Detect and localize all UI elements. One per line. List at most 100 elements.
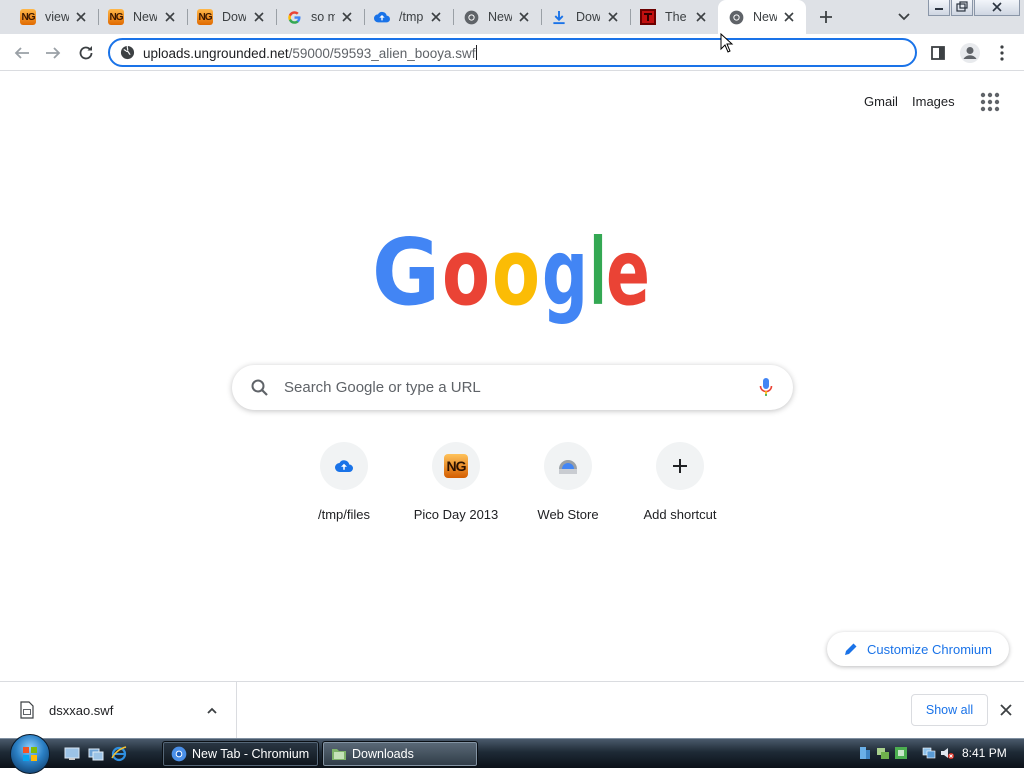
download-item[interactable]: dsxxao.swf [0,682,237,738]
chevron-up-icon[interactable] [205,704,219,718]
shortcut-tile[interactable] [656,442,704,490]
shortcut-tile[interactable] [544,442,592,490]
tab-8[interactable]: The [630,0,718,34]
download-filename: dsxxao.swf [49,703,114,718]
close-icon[interactable] [429,10,443,24]
shortcut-label: Add shortcut [643,507,717,522]
pencil-icon [845,643,857,655]
windows-logo-icon [23,747,37,761]
start-button[interactable] [10,734,50,774]
google-apps-icon[interactable] [980,92,1000,112]
switch-windows-icon[interactable] [88,746,104,762]
tab-title: New [753,10,777,24]
close-icon[interactable] [340,10,354,24]
images-link[interactable]: Images [912,94,955,109]
red-square-icon [640,9,656,25]
address-bar[interactable]: uploads.ungrounded.net/59000/59593_alien… [108,38,917,67]
svg-text:l: l [590,232,606,326]
file-icon [20,701,34,719]
web-store-icon [559,460,577,474]
close-icon[interactable] [163,10,177,24]
restore-button[interactable] [951,0,973,16]
download-shelf: dsxxao.swf Show all [0,681,1024,738]
tab-active[interactable]: New [718,0,806,34]
google-logo: G o o g l e [372,232,650,326]
volume-muted-icon[interactable] [940,746,954,760]
close-icon[interactable] [74,10,88,24]
newgrounds-icon: NG [197,9,213,25]
side-panel-button[interactable] [925,40,951,66]
chromium-icon [728,9,744,25]
svg-text:e: e [606,232,650,326]
customize-chromium-button[interactable]: Customize Chromium [827,632,1009,666]
shortcut-label: Pico Day 2013 [413,507,499,522]
text-caret [475,45,477,60]
url-text[interactable]: uploads.ungrounded.net/59000/59593_alien… [143,45,477,61]
svg-text:o: o [442,232,490,326]
folder-icon [332,749,346,760]
close-icon[interactable] [517,10,531,24]
tray-app-icon[interactable] [894,746,908,760]
tab-2[interactable]: NG Newgrounds [98,0,187,34]
url-path: /59000/59593_alien_booya.swf [288,46,476,61]
close-icon[interactable] [606,10,620,24]
close-icon[interactable] [999,703,1013,717]
reload-button[interactable] [73,40,99,66]
shortcut-web-store[interactable]: Web Store [512,442,624,532]
tab-title: Download [576,10,600,24]
taskbar: New Tab - Chromium Downloads 8:41 PM [0,734,1024,774]
newgrounds-icon: NG [20,9,36,25]
shortcut-add[interactable]: Add shortcut [624,442,736,532]
svg-text:G: G [372,232,440,326]
tab-title: New [488,10,512,24]
tray-device-icon[interactable] [858,746,872,760]
new-tab-button[interactable] [814,5,838,29]
tab-title: Download [222,10,246,24]
reload-icon [79,46,93,60]
close-icon[interactable] [694,10,708,24]
taskbar-item-label: Downloads [352,747,414,761]
show-all-button[interactable]: Show all [911,694,988,726]
tab-7[interactable]: Download [541,0,630,34]
newgrounds-icon: NG [444,454,468,478]
close-icon[interactable] [782,10,796,24]
search-box[interactable]: Search Google or type a URL [232,365,793,410]
search-icon [251,379,268,396]
clock[interactable]: 8:41 PM [962,746,1007,760]
gmail-link[interactable]: Gmail [864,94,898,109]
tab-4[interactable]: so m [276,0,364,34]
network-icon[interactable] [922,746,936,760]
profile-button[interactable] [957,40,983,66]
minimize-button[interactable] [928,0,950,16]
forward-button[interactable] [40,40,66,66]
shortcut-tile[interactable]: NG [432,442,480,490]
toolbar: uploads.ungrounded.net/59000/59593_alien… [0,34,1024,71]
plus-icon [673,459,687,473]
download-icon [551,9,567,25]
show-desktop-icon[interactable] [64,746,80,762]
cloud-upload-icon [374,9,390,25]
tray-network-share-icon[interactable] [876,746,890,760]
close-icon[interactable] [252,10,266,24]
microphone-icon[interactable] [759,377,773,397]
tab-5[interactable]: /tmp [364,0,453,34]
tab-6[interactable]: New [453,0,541,34]
shortcut-pico-day[interactable]: NG Pico Day 2013 [400,442,512,532]
taskbar-item-label: New Tab - Chromium [192,747,310,761]
menu-button[interactable] [989,40,1015,66]
cloud-upload-icon [335,460,353,472]
tab-search-button[interactable] [894,8,914,26]
tab-title: view [45,10,69,24]
shortcut-tile[interactable] [320,442,368,490]
chromium-icon [171,746,187,762]
taskbar-item-downloads[interactable]: Downloads [322,741,478,767]
globe-icon[interactable] [120,45,135,60]
tab-1[interactable]: NG view [10,0,98,34]
window-close-button[interactable] [974,0,1020,16]
back-button[interactable] [9,40,35,66]
tab-3[interactable]: NG Download [187,0,276,34]
internet-explorer-icon[interactable] [111,746,127,762]
mouse-cursor-icon [720,33,734,53]
taskbar-item-chromium[interactable]: New Tab - Chromium [162,741,319,767]
shortcut-tmp-files[interactable]: /tmp/files [288,442,400,532]
